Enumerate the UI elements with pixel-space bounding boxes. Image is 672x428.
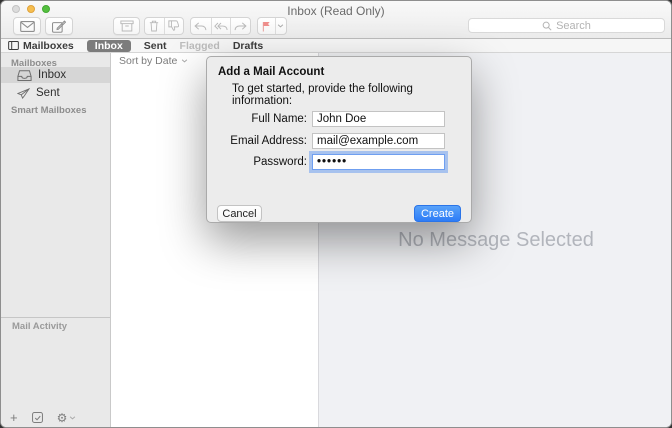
send-icon — [17, 88, 30, 99]
dialog-subtitle: To get started, provide the following in… — [232, 83, 471, 107]
search-input[interactable]: Search — [468, 18, 665, 33]
sidebar-inbox-label: Inbox — [38, 69, 66, 81]
sidebar-sent-label: Sent — [36, 87, 60, 99]
sidebar-bottom-bar: + ⚙ — [1, 412, 110, 423]
trash-button[interactable] — [145, 18, 164, 34]
flag-button[interactable] — [258, 18, 275, 34]
junk-button[interactable] — [164, 18, 183, 34]
favbar-tab-sent[interactable]: Sent — [144, 40, 167, 52]
sort-by-date-button[interactable]: Sort by Date — [119, 55, 188, 67]
sidebar: Mailboxes Inbox Sent Smart Mailboxes Mai… — [1, 53, 111, 428]
forward-icon — [234, 22, 247, 31]
email-address-field[interactable] — [312, 133, 445, 149]
sidebar-section-smart-mailboxes: Smart Mailboxes — [11, 105, 87, 116]
mailboxes-sidebar-icon — [8, 41, 19, 50]
trash-junk-group — [144, 17, 184, 35]
titlebar: Inbox (Read Only) — [1, 1, 671, 39]
favbar-tab-drafts[interactable]: Drafts — [233, 40, 263, 52]
favorites-bar: Mailboxes Inbox Sent Flagged Drafts — [1, 39, 671, 53]
envelope-icon — [20, 21, 35, 32]
no-message-selected-text: No Message Selected — [319, 229, 672, 252]
password-label: Password: — [207, 156, 307, 168]
full-name-field[interactable] — [312, 111, 445, 127]
get-mail-button[interactable] — [13, 17, 41, 35]
checkbox-filter-button[interactable] — [32, 412, 43, 423]
reply-icon — [194, 22, 207, 31]
add-mail-account-dialog: Add a Mail Account To get started, provi… — [206, 56, 472, 223]
flag-menu-button[interactable] — [275, 18, 286, 34]
chevron-down-icon — [181, 59, 188, 63]
reply-all-button[interactable] — [211, 18, 231, 34]
inbox-icon — [17, 70, 32, 81]
mail-activity-divider — [1, 317, 110, 318]
password-row: Password: — [207, 154, 471, 170]
full-name-row: Full Name: — [207, 111, 471, 127]
reply-button[interactable] — [191, 18, 211, 34]
add-mailbox-button[interactable]: + — [10, 413, 18, 423]
chevron-down-icon — [277, 24, 284, 28]
action-menu-button[interactable]: ⚙ — [57, 413, 77, 423]
email-address-label: Email Address: — [207, 135, 307, 147]
flag-icon — [262, 21, 271, 32]
mail-activity-label: Mail Activity — [12, 321, 67, 332]
full-name-label: Full Name: — [207, 113, 307, 125]
cancel-button[interactable]: Cancel — [217, 205, 262, 222]
favbar-mailboxes-button[interactable]: Mailboxes — [8, 40, 74, 52]
reply-all-icon — [214, 22, 228, 31]
chevron-down-icon — [69, 416, 76, 420]
compose-icon — [52, 20, 66, 33]
reply-group — [190, 17, 251, 35]
dialog-title: Add a Mail Account — [218, 66, 324, 78]
trash-icon — [149, 20, 159, 32]
archive-button[interactable] — [113, 17, 140, 35]
password-field[interactable] — [312, 154, 445, 170]
search-placeholder: Search — [556, 20, 591, 32]
sidebar-item-inbox[interactable]: Inbox — [1, 67, 110, 83]
mail-window: Inbox (Read Only) — [0, 0, 672, 428]
favbar-tab-inbox[interactable]: Inbox — [87, 40, 131, 52]
gear-icon: ⚙ — [57, 413, 68, 423]
flag-group — [257, 17, 287, 35]
window-title: Inbox (Read Only) — [1, 4, 671, 18]
favbar-tab-flagged[interactable]: Flagged — [180, 40, 220, 52]
compose-button[interactable] — [45, 17, 73, 35]
thumbs-down-icon — [168, 20, 180, 32]
create-button[interactable]: Create — [414, 205, 461, 222]
sort-label: Sort by Date — [119, 55, 177, 67]
favbar-mailboxes-label: Mailboxes — [23, 40, 74, 52]
search-icon — [542, 21, 552, 31]
sidebar-item-sent[interactable]: Sent — [1, 85, 110, 101]
forward-button[interactable] — [230, 18, 250, 34]
email-address-row: Email Address: — [207, 133, 471, 149]
archive-icon — [120, 20, 134, 32]
